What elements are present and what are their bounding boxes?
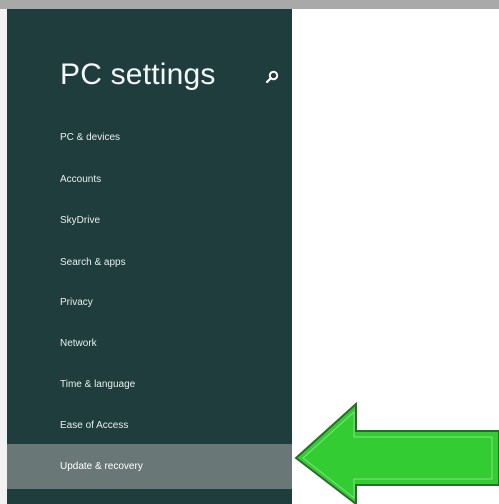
settings-item-network[interactable]: Network	[7, 326, 292, 360]
top-window-strip	[0, 0, 499, 9]
settings-item-label: Ease of Access	[60, 419, 129, 431]
settings-item-label: Network	[60, 337, 97, 349]
settings-item-privacy[interactable]: Privacy	[7, 285, 292, 319]
settings-item-accounts[interactable]: Accounts	[7, 162, 292, 196]
settings-item-time-language[interactable]: Time & language	[7, 367, 292, 401]
settings-item-update-recovery[interactable]: Update & recovery	[7, 444, 292, 489]
settings-item-pc-devices[interactable]: PC & devices	[7, 120, 292, 154]
settings-item-label: Search & apps	[60, 256, 126, 268]
settings-item-skydrive[interactable]: SkyDrive	[7, 203, 292, 237]
left-edge-strip	[0, 9, 7, 504]
pc-settings-panel: PC settings PC & devices Accounts SkyDri…	[7, 9, 292, 504]
green-arrow-icon	[294, 401, 499, 504]
panel-title: PC settings	[60, 58, 216, 91]
page: PC settings PC & devices Accounts SkyDri…	[0, 0, 499, 504]
settings-item-label: SkyDrive	[60, 214, 101, 226]
settings-item-label: Time & language	[60, 378, 136, 390]
settings-item-label: Privacy	[60, 296, 93, 308]
settings-item-search-apps[interactable]: Search & apps	[7, 245, 292, 279]
search-icon[interactable]	[265, 70, 279, 84]
settings-item-label: PC & devices	[60, 131, 121, 143]
settings-item-label: Update & recovery	[60, 461, 143, 472]
settings-item-ease-of-access[interactable]: Ease of Access	[7, 408, 292, 442]
settings-item-label: Accounts	[60, 173, 102, 185]
